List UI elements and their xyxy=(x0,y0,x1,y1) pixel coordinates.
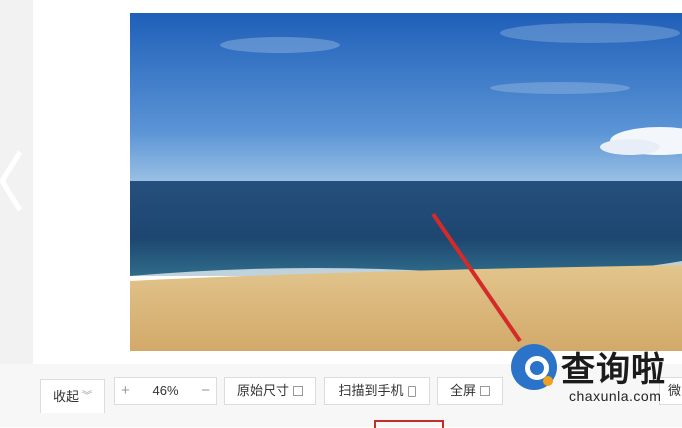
phone-icon xyxy=(407,385,416,397)
collapse-label: 收起 xyxy=(52,388,79,404)
watermark-cn-text: 查询啦 xyxy=(561,351,666,389)
fullscreen-label: 全屏 xyxy=(449,383,476,398)
collapse-button[interactable]: 收起 ︾ xyxy=(40,379,105,413)
fullscreen-button[interactable]: 全屏 xyxy=(437,377,503,405)
previous-image-arrow-icon[interactable] xyxy=(0,150,26,212)
chaxunla-watermark: 查询啦 chaxunla.com xyxy=(503,338,682,408)
zoom-control: + 46% − xyxy=(114,377,217,405)
watermark-en-text: chaxunla.com xyxy=(569,388,662,404)
logo-magnifier-icon xyxy=(511,344,557,390)
zoom-in-button[interactable]: + xyxy=(121,378,130,404)
scan-to-phone-button[interactable]: 扫描到手机 xyxy=(324,377,430,405)
scan-to-phone-label: 扫描到手机 xyxy=(338,383,404,398)
chevron-down-icon: ︾ xyxy=(82,390,92,402)
zoom-level: 46% xyxy=(152,383,179,398)
original-size-button[interactable]: 原始尺寸 xyxy=(224,377,316,405)
original-size-label: 原始尺寸 xyxy=(236,383,289,398)
original-size-icon xyxy=(293,386,303,396)
preview-image xyxy=(130,13,682,351)
zoom-out-button[interactable]: − xyxy=(201,378,210,404)
fullscreen-icon xyxy=(480,386,490,396)
